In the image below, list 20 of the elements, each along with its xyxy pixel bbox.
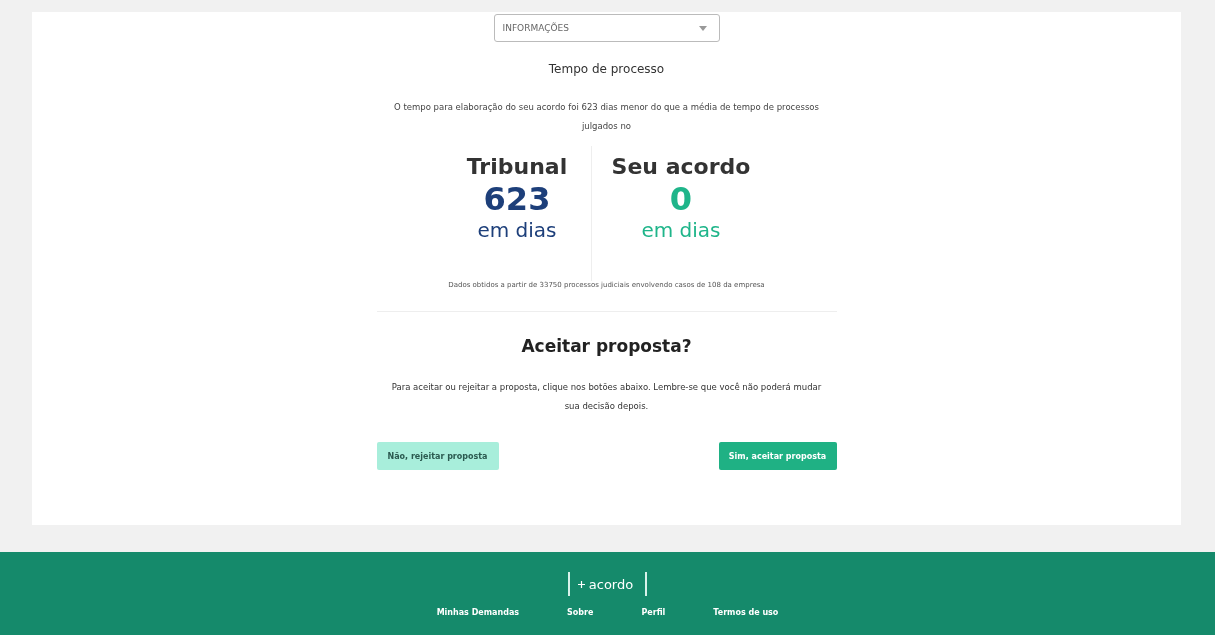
logo[interactable]: acordo <box>567 572 648 596</box>
description: Para aceitar ou rejeitar a proposta, clique nos botões abaixo. Lembre-se que você não poderá mudar sua decisão depois. <box>390 381 823 413</box>
description: O tempo para elaboração do seu acordo foi 623 dias menor do que a média de tempo de processos julgados no <box>393 101 820 133</box>
section-title: Aceitar proposta? <box>521 336 692 356</box>
footer-link[interactable]: Perfil <box>641 608 666 617</box>
plus-icon <box>577 580 585 588</box>
stat-value: 0 <box>669 179 693 219</box>
accept-button[interactable]: Sim, aceitar proposta <box>718 442 837 470</box>
stat-value: 623 <box>483 179 551 219</box>
info-select[interactable]: INFORMAÇÕES <box>493 14 720 42</box>
stat-unit: em dias <box>641 219 721 241</box>
stat-unit: em dias <box>477 219 557 241</box>
footer-link[interactable]: Minhas Demandas <box>436 608 520 617</box>
caret-icon <box>698 25 707 31</box>
stat-label: Tribunal <box>466 154 568 179</box>
stat-label: Seu acordo <box>611 154 751 179</box>
footer-link[interactable]: Termos de uso <box>713 608 779 617</box>
reject-button[interactable]: Não, rejeitar proposta <box>376 442 499 470</box>
section-title: Tempo de processo <box>548 62 665 76</box>
footer-link[interactable]: Sobre <box>567 608 594 617</box>
